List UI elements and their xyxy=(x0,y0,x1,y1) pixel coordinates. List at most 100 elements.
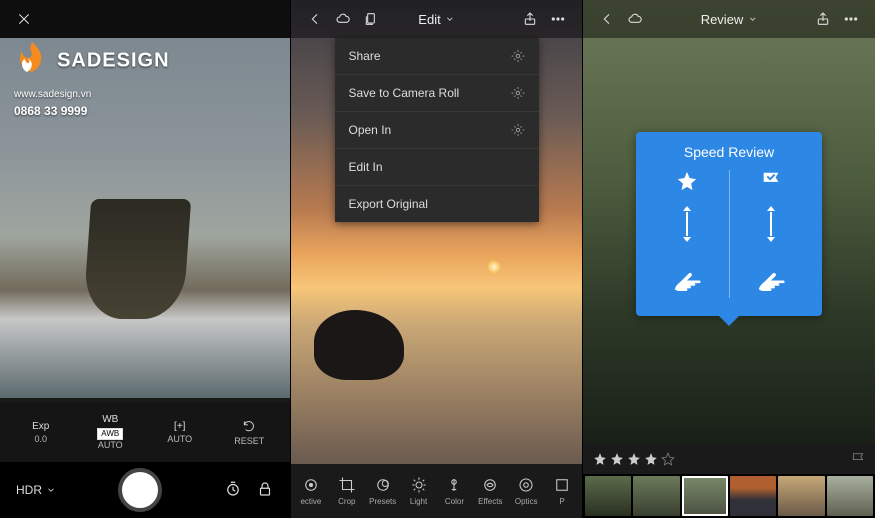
tool-last[interactable]: P xyxy=(544,476,580,506)
speed-review-title: Speed Review xyxy=(646,144,812,160)
menu-open-in[interactable]: Open In xyxy=(335,112,539,149)
reset-control[interactable]: RESET xyxy=(215,419,285,446)
tool-optics[interactable]: Optics xyxy=(508,476,544,506)
review-title-label: Review xyxy=(701,12,744,27)
focus-value: AUTO xyxy=(145,434,215,444)
review-panel: Review Speed Review xyxy=(583,0,875,518)
star-icon[interactable] xyxy=(593,452,607,466)
swipe-arrows-icon xyxy=(680,202,694,246)
white-balance-control[interactable]: WB AWB AUTO xyxy=(76,414,146,450)
focus-control[interactable]: [+] AUTO xyxy=(145,421,215,444)
flag-icon xyxy=(760,170,782,192)
watermark-phone: 0868 33 9999 xyxy=(14,104,170,118)
crop-icon xyxy=(338,476,356,494)
cloud-icon[interactable] xyxy=(621,5,649,33)
tool-color[interactable]: Color xyxy=(437,476,473,506)
menu-open-in-label: Open In xyxy=(349,123,392,137)
back-icon[interactable] xyxy=(301,5,329,33)
camera-controls-row: Exp 0.0 WB AWB AUTO [+] AUTO RESET xyxy=(0,402,290,462)
swipe-hand-icon xyxy=(666,256,708,298)
more-icon[interactable] xyxy=(544,5,572,33)
tool-crop[interactable]: Crop xyxy=(329,476,365,506)
copy-icon[interactable] xyxy=(357,5,385,33)
thumbnail[interactable] xyxy=(730,476,776,516)
star-icon xyxy=(676,170,698,192)
edit-topbar: Edit xyxy=(291,0,582,38)
menu-export-original[interactable]: Export Original xyxy=(335,186,539,222)
exposure-value: 0.0 xyxy=(6,434,76,444)
edit-title-label: Edit xyxy=(418,12,440,27)
rating-bar xyxy=(583,444,875,474)
thumbnail-selected[interactable] xyxy=(682,476,728,516)
menu-edit-in-label: Edit In xyxy=(349,160,383,174)
flag-icon[interactable] xyxy=(851,452,865,466)
shutter-button[interactable] xyxy=(118,468,162,512)
selective-icon xyxy=(302,476,320,494)
reset-icon xyxy=(240,419,258,433)
focus-label: [+] xyxy=(145,421,215,432)
thumbnail[interactable] xyxy=(633,476,679,516)
hdr-button[interactable]: HDR xyxy=(16,483,56,497)
menu-share[interactable]: Share xyxy=(335,38,539,75)
edit-tools-bar: ective Crop Presets Light Color Effects … xyxy=(291,464,582,518)
hdr-label: HDR xyxy=(16,483,42,497)
speed-review-overlay[interactable]: Speed Review xyxy=(636,132,822,316)
camera-bottom-bar: HDR xyxy=(0,462,290,518)
share-menu-popover: Share Save to Camera Roll Open In Edit I… xyxy=(335,38,539,222)
back-icon[interactable] xyxy=(593,5,621,33)
tool-effects[interactable]: Effects xyxy=(472,476,508,506)
exposure-control[interactable]: Exp 0.0 xyxy=(6,421,76,444)
gear-icon xyxy=(511,123,525,137)
review-topbar: Review xyxy=(583,0,875,38)
presets-icon xyxy=(374,476,392,494)
review-title-dropdown[interactable]: Review xyxy=(701,12,758,27)
tool-selective[interactable]: ective xyxy=(293,476,329,506)
effects-icon xyxy=(481,476,499,494)
timer-icon[interactable] xyxy=(224,480,242,501)
tool-icon xyxy=(553,476,571,494)
cloud-icon[interactable] xyxy=(329,5,357,33)
speed-review-rate-column xyxy=(646,170,729,298)
watermark: SADESIGN www.sadesign.vn 0868 33 9999 xyxy=(14,40,170,118)
chevron-down-icon xyxy=(747,14,757,24)
menu-save-camera-roll[interactable]: Save to Camera Roll xyxy=(335,75,539,112)
reset-label: RESET xyxy=(215,436,285,446)
star-icon[interactable] xyxy=(610,452,624,466)
share-icon[interactable] xyxy=(516,5,544,33)
color-icon xyxy=(445,476,463,494)
edit-title-dropdown[interactable]: Edit xyxy=(418,12,454,27)
more-icon[interactable] xyxy=(837,5,865,33)
edit-panel: Edit Share Save to Camera Roll Open In E… xyxy=(291,0,583,518)
tool-presets[interactable]: Presets xyxy=(365,476,401,506)
exposure-label: Exp xyxy=(6,421,76,432)
lock-icon[interactable] xyxy=(256,480,274,501)
menu-share-label: Share xyxy=(349,49,381,63)
thumbnail[interactable] xyxy=(585,476,631,516)
gear-icon xyxy=(511,86,525,100)
chevron-down-icon xyxy=(46,485,56,495)
tool-light[interactable]: Light xyxy=(401,476,437,506)
swipe-hand-icon xyxy=(750,256,792,298)
menu-save-label: Save to Camera Roll xyxy=(349,86,460,100)
star-icon[interactable] xyxy=(661,452,675,466)
filmstrip xyxy=(583,474,875,518)
star-icon[interactable] xyxy=(627,452,641,466)
chevron-down-icon xyxy=(445,14,455,24)
close-icon[interactable] xyxy=(10,5,38,33)
optics-icon xyxy=(517,476,535,494)
menu-edit-in[interactable]: Edit In xyxy=(335,149,539,186)
thumbnail[interactable] xyxy=(778,476,824,516)
wb-label: WB xyxy=(76,414,146,425)
share-icon[interactable] xyxy=(809,5,837,33)
awb-badge: AWB xyxy=(97,428,123,440)
thumbnail[interactable] xyxy=(827,476,873,516)
wb-value: AUTO xyxy=(76,440,146,450)
camera-topbar xyxy=(0,0,290,38)
camera-panel: SADESIGN www.sadesign.vn 0868 33 9999 Ex… xyxy=(0,0,291,518)
star-icon[interactable] xyxy=(644,452,658,466)
watermark-site: www.sadesign.vn xyxy=(14,89,170,100)
gear-icon xyxy=(511,49,525,63)
light-icon xyxy=(410,476,428,494)
menu-export-original-label: Export Original xyxy=(349,197,428,211)
speed-review-flag-column xyxy=(729,170,813,298)
